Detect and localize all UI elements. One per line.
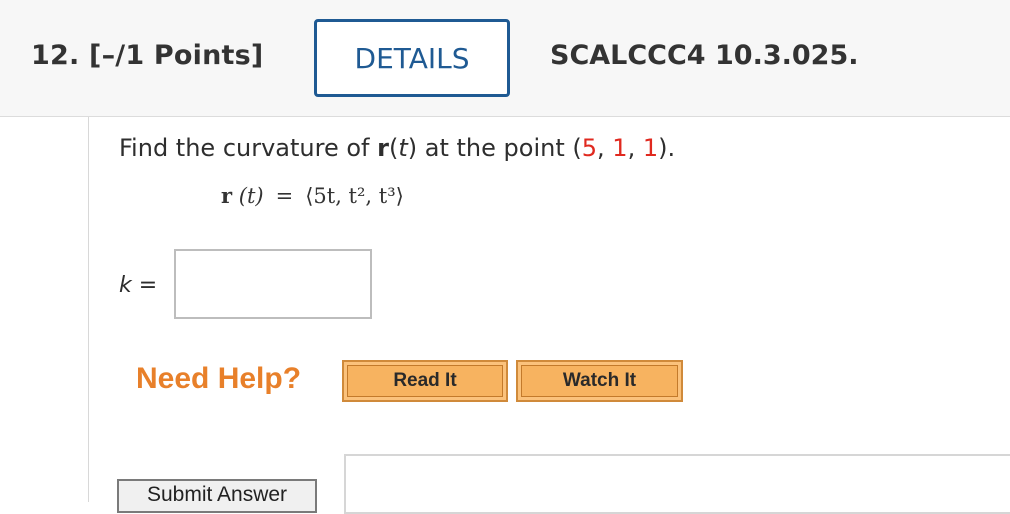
textbook-reference: SCALCCC4 10.3.025.: [550, 40, 859, 71]
watch-it-button[interactable]: Watch It: [516, 360, 683, 402]
point-x: 5: [581, 134, 598, 162]
equation-equals: =: [275, 184, 294, 208]
equation-lhs-arg: (t): [238, 184, 264, 208]
question-header: 12. [–/1 Points] DETAILS SCALCCC4 10.3.0…: [0, 0, 1010, 117]
prompt-prefix: Find the curvature of: [119, 134, 378, 162]
point-y: 1: [612, 134, 628, 162]
equation-rhs: ⟨5t, t², t³⟩: [305, 184, 404, 208]
paren-close: ): [407, 134, 418, 162]
read-it-label: Read It: [347, 365, 503, 397]
point-z: 1: [642, 134, 659, 162]
submit-answer-button[interactable]: Submit Answer: [117, 479, 317, 513]
feedback-panel: [344, 454, 1010, 514]
vector-function-equation: r (t) = ⟨5t, t², t³⟩: [221, 183, 404, 208]
read-it-button[interactable]: Read It: [342, 360, 508, 402]
prompt-mid: at the point (: [417, 134, 582, 162]
details-button[interactable]: DETAILS: [314, 19, 510, 97]
paren-open: (: [388, 134, 399, 162]
point-sep-1: ,: [597, 134, 613, 162]
equation-lhs-symbol: r: [221, 183, 233, 208]
need-help-label: Need Help?: [136, 362, 302, 395]
answer-variable: k: [119, 273, 132, 298]
answer-equals: =: [131, 273, 158, 298]
curvature-answer-input[interactable]: [174, 249, 372, 319]
param-t: t: [398, 134, 408, 162]
question-prompt: Find the curvature of r(t) at the point …: [119, 134, 675, 162]
content-left-divider: [88, 117, 89, 502]
vector-r: r: [377, 134, 389, 162]
question-number-points: 12. [–/1 Points]: [31, 40, 264, 71]
watch-it-label: Watch It: [521, 365, 678, 397]
answer-label: k =: [119, 273, 157, 298]
point-sep-2: ,: [627, 134, 643, 162]
prompt-suffix: ).: [658, 134, 676, 162]
